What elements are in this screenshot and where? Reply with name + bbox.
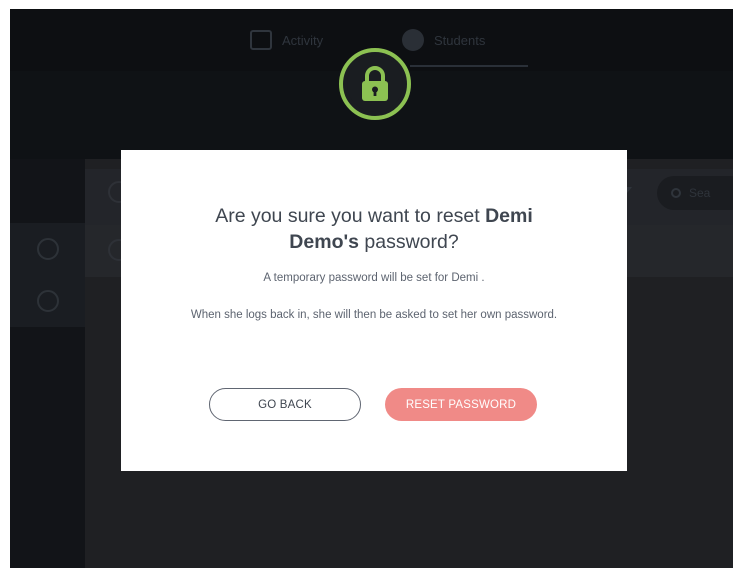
search-icon bbox=[671, 188, 681, 198]
dialog-title: Are you sure you want to reset Demi Demo… bbox=[181, 203, 567, 255]
dialog-title-prefix: Are you sure you want to reset bbox=[215, 205, 486, 227]
student-avatar-icon bbox=[402, 29, 424, 51]
sidebar-row[interactable] bbox=[10, 223, 85, 275]
dialog-temp-password-text: A temporary password will be set for Dem… bbox=[263, 272, 485, 284]
reset-password-dialog: Are you sure you want to reset Demi Demo… bbox=[121, 150, 627, 471]
lock-badge bbox=[339, 48, 411, 120]
tab-activity-label: Activity bbox=[282, 32, 324, 48]
sidebar bbox=[10, 159, 85, 568]
sidebar-row[interactable] bbox=[10, 275, 85, 327]
active-tab-indicator bbox=[410, 65, 528, 67]
tab-students[interactable]: Students bbox=[402, 27, 485, 53]
dialog-title-suffix: password? bbox=[358, 231, 459, 253]
dialog-login-instructions-text: When she logs back in, she will then be … bbox=[190, 309, 558, 321]
app-frame: Activity Students Sea Are you sure you w… bbox=[10, 9, 733, 568]
search-input[interactable]: Sea bbox=[657, 176, 733, 210]
go-back-button[interactable]: GO BACK bbox=[209, 388, 361, 421]
reset-password-button[interactable]: RESET PASSWORD bbox=[385, 388, 537, 421]
select-circle-icon[interactable] bbox=[36, 290, 59, 312]
lock-icon bbox=[347, 56, 403, 112]
activity-icon bbox=[250, 30, 272, 50]
tab-students-label: Students bbox=[434, 32, 486, 48]
search-placeholder: Sea bbox=[689, 186, 711, 200]
tab-activity[interactable]: Activity bbox=[250, 27, 323, 53]
select-circle-icon[interactable] bbox=[36, 238, 59, 260]
